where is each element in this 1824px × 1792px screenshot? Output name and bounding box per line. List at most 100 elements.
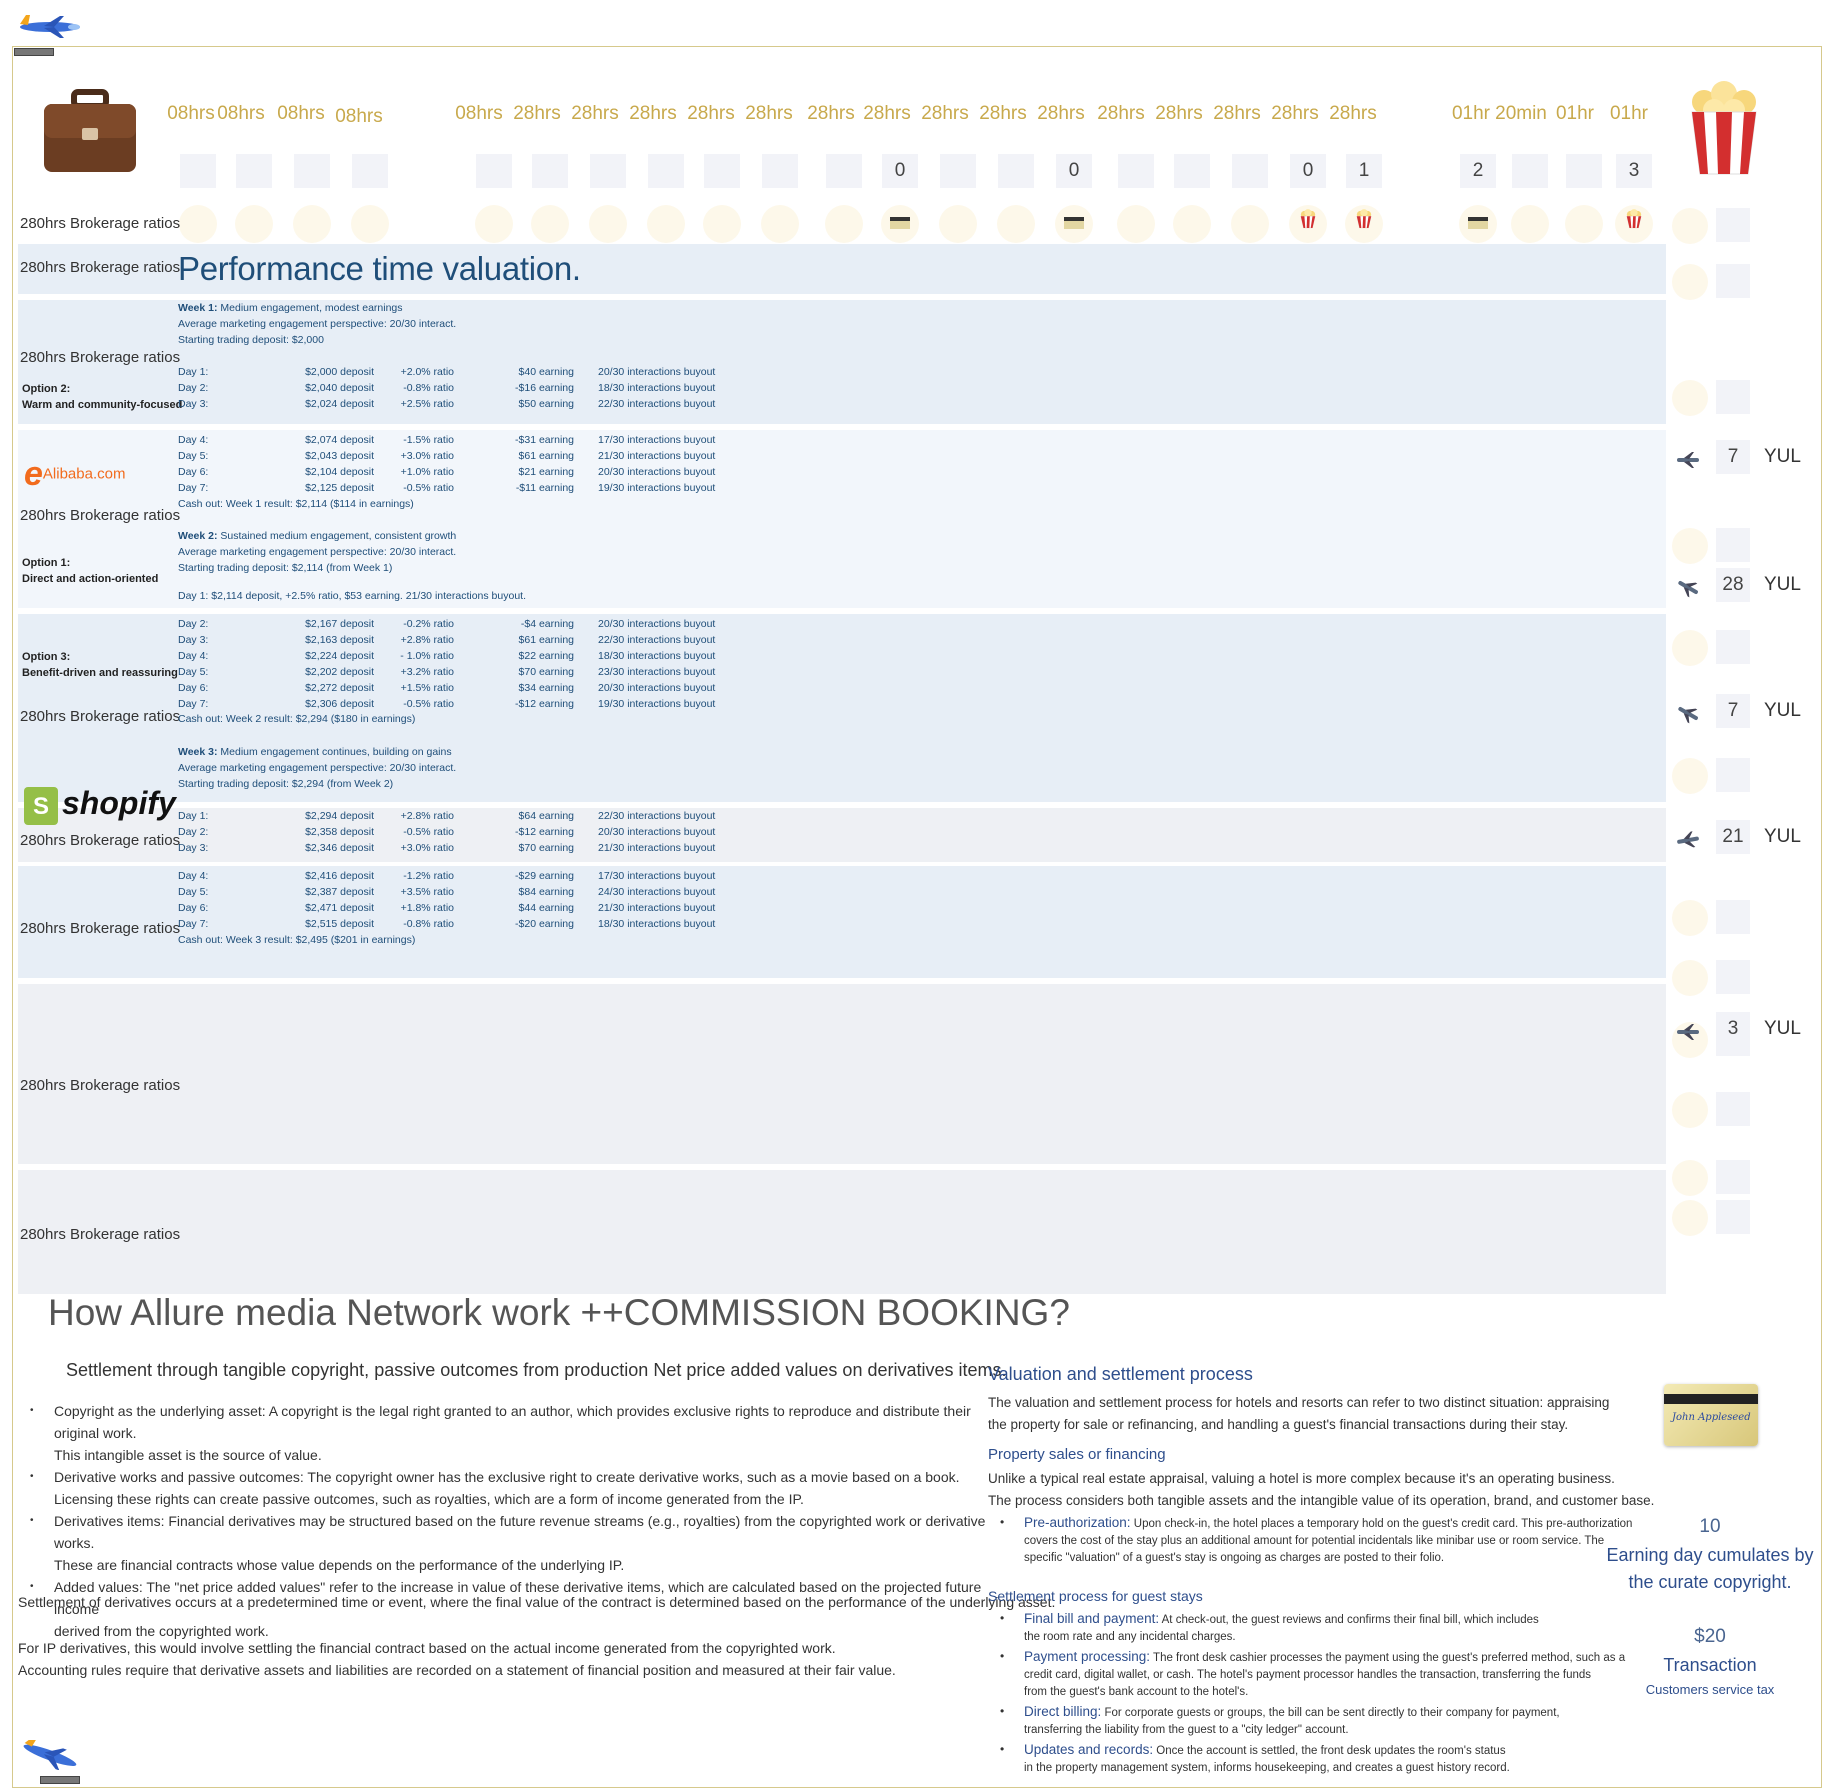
- property-heading: Property sales or financing: [988, 1446, 1166, 1463]
- timeline-counter: 1: [1346, 154, 1382, 188]
- side-counter: [1716, 1200, 1750, 1234]
- table-cell: -0.8% ratio: [403, 382, 454, 394]
- popcorn-icon: [1620, 209, 1648, 237]
- table-cell: Day 5:: [178, 886, 209, 898]
- table-cell: $40 earning: [518, 366, 574, 378]
- timeline-hour-label: 08hrs: [277, 103, 325, 124]
- table-cell: $70 earning: [518, 666, 574, 678]
- table-cell: Day 7:: [178, 918, 209, 930]
- timeline-hour-label: 28hrs: [921, 103, 969, 124]
- table-cell: -0.5% ratio: [403, 698, 454, 710]
- timeline-counter: 0: [1056, 154, 1092, 188]
- table-cell: -0.5% ratio: [403, 482, 454, 494]
- timeline-hour-label: 28hrs: [979, 103, 1027, 124]
- table-cell: 20/30 interactions buyout: [598, 682, 716, 694]
- week1-deposit: Starting trading deposit: $2,000: [178, 334, 324, 346]
- table-cell: $34 earning: [518, 682, 574, 694]
- timeline-hour-label: 01hr: [1609, 103, 1649, 124]
- table-cell: -$12 earning: [515, 698, 574, 710]
- table-cell: 17/30 interactions buyout: [598, 434, 716, 446]
- week1-perspective: Average marketing engagement perspective…: [178, 318, 457, 330]
- timeline-counter: [940, 154, 976, 188]
- table-cell: $2,074 deposit: [305, 434, 374, 446]
- table-cell: +2.8% ratio: [400, 810, 454, 822]
- table-cell: 21/30 interactions buyout: [598, 450, 716, 462]
- table-cell: +2.0% ratio: [400, 366, 454, 378]
- table-cell: $61 earning: [518, 634, 574, 646]
- earning-days-text: Earning day cumulates by the curate copyr…: [1606, 1545, 1814, 1592]
- timeline-counter: 2: [1460, 154, 1496, 188]
- table-cell: $21 earning: [518, 466, 574, 478]
- timeline-counter: [1174, 154, 1210, 188]
- table-cell: +3.2% ratio: [400, 666, 454, 678]
- table-cell: $2,387 deposit: [305, 886, 374, 898]
- timeline-dot: [1511, 205, 1549, 243]
- table-cell: Day 2:: [178, 618, 209, 630]
- valuation-text: The valuation and settlement process for…: [988, 1395, 1610, 1410]
- list-item: Pre-authorization: Upon check-in, the ho…: [996, 1514, 1636, 1567]
- table-cell: $2,471 deposit: [305, 902, 374, 914]
- preauth-list: Pre-authorization: Upon check-in, the ho…: [996, 1514, 1636, 1569]
- timeline-hour-label: 20min: [1495, 103, 1547, 124]
- flight-count: 21: [1716, 820, 1750, 854]
- decorative-bar: [40, 1776, 80, 1784]
- table-cell: +2.8% ratio: [400, 634, 454, 646]
- side-dot: [1672, 528, 1708, 564]
- table-cell: Day 1:: [178, 366, 209, 378]
- timeline-counter: [648, 154, 684, 188]
- timeline-hour-label: 08hrs: [455, 103, 503, 124]
- timeline-hour-label: 28hrs: [629, 103, 677, 124]
- table-cell: 23/30 interactions buyout: [598, 666, 716, 678]
- timeline-counter: [352, 154, 388, 188]
- timeline-hour-label: 28hrs: [807, 103, 855, 124]
- table-cell: $2,000 deposit: [305, 366, 374, 378]
- credit-card-icon: [1060, 209, 1088, 237]
- table-cell: -$4 earning: [520, 618, 574, 630]
- list-item: Direct billing: For corporate guests or …: [996, 1703, 1636, 1739]
- table-cell: -$31 earning: [515, 434, 574, 446]
- timeline-counter: [704, 154, 740, 188]
- table-cell: Day 4:: [178, 434, 209, 446]
- table-cell: $22 earning: [518, 650, 574, 662]
- timeline-dot: [589, 205, 627, 243]
- table-cell: -0.5% ratio: [403, 826, 454, 838]
- timeline-counter: 0: [1290, 154, 1326, 188]
- table-cell: +3.0% ratio: [400, 842, 454, 854]
- table-cell: Day 7:: [178, 482, 209, 494]
- list-item: Payment processing: The front desk cashi…: [996, 1648, 1636, 1701]
- commission-title: How Allure media Network work ++COMMISSI…: [48, 1292, 1070, 1333]
- timeline-counter: [1232, 154, 1268, 188]
- settlement-paragraph: Settlement of derivatives occurs at a pr…: [18, 1594, 1056, 1610]
- timeline-dot: [1173, 205, 1211, 243]
- band-week1-b: [18, 430, 1666, 608]
- table-cell: Day 5:: [178, 666, 209, 678]
- airplane-icon: [14, 12, 84, 42]
- timeline-dot: [825, 205, 863, 243]
- table-cell: $50 earning: [518, 398, 574, 410]
- popcorn-icon: [1294, 209, 1322, 237]
- timeline-hour-label: 01hr: [1555, 103, 1595, 124]
- week3-deposit: Starting trading deposit: $2,294 (from W…: [178, 778, 394, 790]
- table-cell: $2,043 deposit: [305, 450, 374, 462]
- flight-city-code: YUL: [1764, 446, 1801, 467]
- table-cell: $61 earning: [518, 450, 574, 462]
- side-counter: [1716, 630, 1750, 664]
- timeline-dot: [293, 205, 331, 243]
- band-week3-b: [18, 866, 1666, 978]
- timeline-counter: [998, 154, 1034, 188]
- week3-cashout: Cash out: Week 3 result: $2,495 ($201 in…: [178, 934, 416, 946]
- list-item: Copyright as the underlying asset: A cop…: [30, 1400, 990, 1466]
- side-counter: [1716, 1160, 1750, 1194]
- timeline-hour-label: 28hrs: [863, 103, 911, 124]
- flight-count: 28: [1716, 568, 1750, 602]
- side-dot: [1672, 380, 1708, 416]
- table-cell: 17/30 interactions buyout: [598, 870, 716, 882]
- timeline-hour-label: 28hrs: [1037, 103, 1085, 124]
- row-label: 280hrs Brokerage ratios: [20, 832, 181, 849]
- briefcase-icon: [40, 88, 140, 176]
- table-cell: 18/30 interactions buyout: [598, 918, 716, 930]
- week2-deposit: Starting trading deposit: $2,114 (from W…: [178, 562, 393, 574]
- band-empty-1: [18, 984, 1666, 1164]
- table-cell: 22/30 interactions buyout: [598, 810, 716, 822]
- table-cell: Day 7:: [178, 698, 209, 710]
